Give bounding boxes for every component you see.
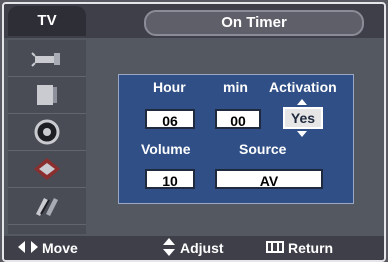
source-label: Source xyxy=(239,141,287,157)
min-field[interactable]: 00 xyxy=(215,109,261,129)
up-arrow-icon[interactable] xyxy=(297,99,307,105)
screen-icon xyxy=(30,81,64,109)
adjust-label: Adjust xyxy=(180,240,224,256)
return-label: Return xyxy=(288,240,334,256)
volume-label: Volume xyxy=(141,141,191,157)
adjust-hint: Adjust xyxy=(162,236,224,260)
hour-field[interactable]: 06 xyxy=(145,109,195,129)
hour-label: Hour xyxy=(153,79,186,95)
speaker-icon xyxy=(30,118,64,146)
up-down-arrows-icon xyxy=(162,237,180,259)
menu-title: On Timer xyxy=(144,10,364,36)
osd-frame: TV On Timer Hour min Activation 06 00 Ye… xyxy=(2,2,386,262)
return-hint: Return xyxy=(266,236,333,260)
settings-icon xyxy=(30,192,64,220)
footer-bar: Move Adjust Return xyxy=(4,236,384,260)
on-timer-panel: Hour min Activation 06 00 Yes Volume Sou… xyxy=(118,74,354,204)
activation-label: Activation xyxy=(269,79,337,95)
category-sidebar xyxy=(8,40,86,234)
antenna-icon xyxy=(30,47,64,69)
chip-icon xyxy=(30,155,64,183)
tv-tab[interactable]: TV xyxy=(8,6,86,36)
sidebar-item-channel[interactable] xyxy=(8,40,86,77)
menu-icon xyxy=(266,240,288,256)
menu-header: TV On Timer xyxy=(4,4,384,38)
volume-field[interactable]: 10 xyxy=(145,169,195,189)
min-label: min xyxy=(223,79,248,95)
down-arrow-icon[interactable] xyxy=(297,131,307,137)
sidebar-item-setup[interactable] xyxy=(8,188,86,225)
left-right-arrows-icon xyxy=(18,240,42,257)
move-hint: Move xyxy=(18,236,78,260)
tv-osd: TV On Timer Hour min Activation 06 00 Ye… xyxy=(0,0,388,262)
sidebar-item-sound[interactable] xyxy=(8,114,86,151)
source-field[interactable]: AV xyxy=(215,169,323,189)
activation-field[interactable]: Yes xyxy=(283,107,323,129)
sidebar-item-function[interactable] xyxy=(8,151,86,188)
move-label: Move xyxy=(42,240,78,256)
sidebar-item-picture[interactable] xyxy=(8,77,86,114)
